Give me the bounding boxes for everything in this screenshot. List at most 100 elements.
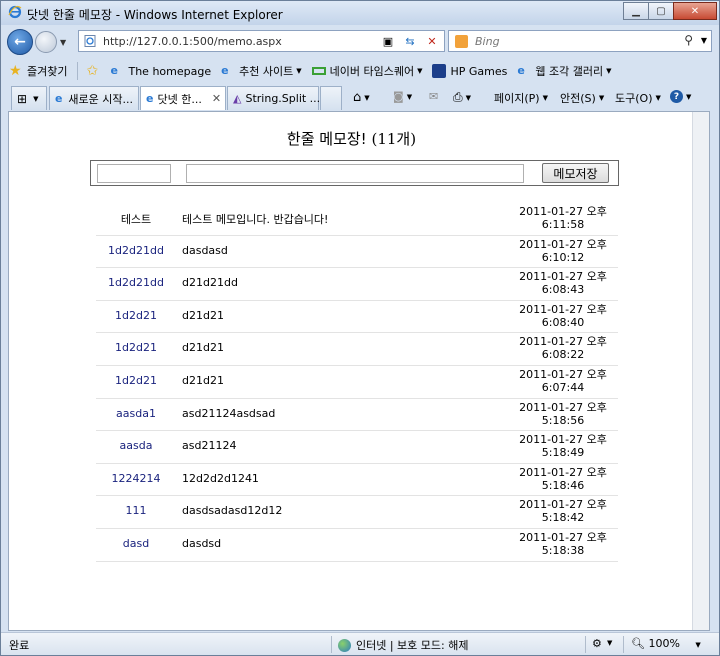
memo-message: 테스트 메모입니다. 반갑습니다! — [182, 213, 329, 226]
memo-time: 6:08:22 — [541, 348, 585, 362]
favorites-button[interactable]: ★ 즐겨찾기 — [9, 63, 67, 79]
favorite-link-hp-games[interactable]: HP Games — [432, 64, 507, 78]
memo-row: 111 dasdsadasd12d12 2011-01-27 오후 5:18:42 — [96, 496, 618, 529]
chevron-down-icon: ▼ — [686, 92, 692, 101]
search-input[interactable]: Bing — [475, 35, 500, 48]
address-row: ← ▼ http://127.0.0.1:500/memo.aspx ▣ ⇆ ✕… — [1, 26, 719, 58]
memo-date: 2011-01-27 오후 — [519, 270, 607, 284]
search-dropdown-icon[interactable]: ▼ — [701, 36, 707, 45]
divider — [585, 636, 586, 653]
chevron-down-icon: ▼ — [542, 94, 548, 102]
memo-message: d21d21dd — [182, 276, 238, 290]
read-mail-button[interactable]: ✉ — [429, 90, 438, 103]
history-dropdown-icon[interactable]: ▼ — [60, 38, 66, 47]
tab-new-start[interactable]: e 새로운 시작... — [49, 86, 139, 110]
refresh-icon[interactable]: ⇆ — [401, 33, 419, 50]
memo-author: 테스트 — [120, 213, 152, 226]
ie-page-icon: e — [517, 64, 525, 77]
memo-row: 1d2d21 d21d21 2011-01-27 오후 6:08:40 — [96, 301, 618, 334]
favorites-bar: ★ 즐겨찾기 ✩ e The homepage e 추천 사이트 ▼ 네이버 타… — [1, 59, 719, 83]
memo-row: dasd dasdsd 2011-01-27 오후 5:18:38 — [96, 529, 618, 562]
rss-feed-icon: ◙ — [393, 90, 404, 103]
memo-time: 6:07:44 — [541, 380, 585, 394]
title-bar: 닷넷 한줄 메모장 - Windows Internet Explorer ▁ … — [1, 1, 719, 25]
favorite-link-label: The homepage — [128, 64, 212, 78]
chevron-down-icon: ▼ — [406, 92, 413, 101]
memo-time: 5:18:38 — [541, 543, 585, 557]
safety-menu[interactable]: 안전(S) ▼ — [560, 90, 604, 106]
new-tab-button[interactable] — [320, 86, 342, 110]
maximize-icon: ▢ — [656, 5, 666, 17]
favorite-link-web-slice-gallery[interactable]: e 웹 조각 갤러리 ▼ — [517, 63, 611, 79]
search-box[interactable]: Bing ⚲ ▼ — [448, 30, 712, 52]
popup-blocker-icon[interactable]: ⚙ — [592, 637, 602, 650]
memo-row: 1d2d21 d21d21 2011-01-27 오후 6:08:22 — [96, 333, 618, 366]
memo-date: 2011-01-27 오후 — [519, 498, 607, 512]
memo-author: dasd — [122, 536, 150, 550]
save-memo-button[interactable]: 메모저장 — [542, 163, 609, 183]
memo-time: 5:18:56 — [541, 413, 585, 427]
page-menu[interactable]: 페이지(P) ▼ — [494, 90, 548, 106]
back-button[interactable]: ← — [7, 29, 33, 55]
memo-timestamp: 2011-01-27 오후 6:08:43 — [508, 270, 618, 296]
memo-input[interactable] — [186, 164, 524, 183]
memo-message: asd21124asdsad — [182, 406, 276, 420]
forward-button[interactable] — [35, 31, 57, 53]
compatibility-view-icon[interactable]: ▣ — [379, 33, 397, 50]
ie-logo-icon — [8, 5, 22, 19]
chevron-down-icon: ▼ — [33, 94, 39, 103]
memo-date: 2011-01-27 오후 — [519, 335, 607, 349]
address-bar[interactable]: http://127.0.0.1:500/memo.aspx ▣ ⇆ ✕ — [78, 30, 445, 52]
tab-string-split[interactable]: ◭ String.Split ... — [227, 86, 320, 110]
close-tab-icon[interactable]: ✕ — [212, 92, 221, 105]
print-button[interactable]: ⎙ ▼ — [453, 90, 471, 105]
close-button[interactable]: ✕ — [673, 2, 717, 20]
tab-memo[interactable]: e 닷넷 한... ✕ — [140, 86, 226, 110]
bing-icon — [455, 35, 468, 48]
stop-icon[interactable]: ✕ — [423, 33, 441, 50]
memo-row: 1d2d21dd dasdasd 2011-01-27 오후 6:10:12 — [96, 236, 618, 269]
memo-timestamp: 2011-01-27 오후 5:18:42 — [508, 498, 618, 524]
vertical-scrollbar[interactable] — [692, 112, 709, 630]
add-favorite-button[interactable]: ✩ — [86, 64, 104, 78]
security-zone[interactable]: 인터넷 | 보호 모드: 해제 — [338, 637, 468, 653]
home-button[interactable]: ⌂ ▼ — [353, 90, 370, 105]
home-icon: ⌂ — [353, 90, 362, 105]
star-icon: ★ — [9, 63, 22, 79]
favorite-link-suggested[interactable]: e 추천 사이트 ▼ — [221, 63, 302, 79]
memo-timestamp: 2011-01-27 오후 6:07:44 — [508, 368, 618, 394]
minimize-icon: ▁ — [632, 5, 640, 17]
memo-time: 5:18:42 — [541, 511, 585, 525]
back-arrow-icon: ← — [14, 34, 26, 50]
address-url[interactable]: http://127.0.0.1:500/memo.aspx — [103, 35, 282, 48]
quick-tabs-button[interactable]: ⊞ ▼ — [11, 86, 47, 110]
help-icon: ? — [670, 90, 683, 103]
window-controls: ▁ ▢ ✕ — [623, 2, 717, 20]
name-input[interactable] — [97, 164, 171, 183]
page-viewport: 한줄 메모장! (11개) 메모저장 테스트 테스트 메모입니다. 반갑습니다! 2… — [8, 111, 710, 631]
favorite-link-naver[interactable]: 네이버 타임스퀘어 ▼ — [311, 63, 422, 79]
maximize-button[interactable]: ▢ — [648, 2, 674, 20]
memo-date: 2011-01-27 오후 — [519, 400, 607, 414]
memo-time: 6:10:12 — [541, 250, 585, 264]
memo-message: d21d21 — [182, 341, 224, 355]
search-icon[interactable]: ⚲ — [684, 33, 693, 47]
favorite-link-homepage[interactable]: e The homepage — [110, 64, 211, 78]
memo-row: 테스트 테스트 메모입니다. 반갑습니다! 2011-01-27 오후 6:11:58 — [96, 203, 618, 236]
chevron-down-icon: ▼ — [655, 94, 661, 102]
chevron-down-icon: ▼ — [695, 641, 701, 649]
tools-menu[interactable]: 도구(O) ▼ — [615, 90, 661, 106]
safety-menu-label: 안전(S) — [560, 92, 596, 105]
help-button[interactable]: ? ▼ — [670, 90, 691, 103]
minimize-button[interactable]: ▁ — [623, 2, 649, 20]
memo-timestamp: 2011-01-27 오후 6:08:40 — [508, 303, 618, 329]
tab-label: 새로운 시작... — [68, 92, 133, 106]
divider — [623, 636, 624, 653]
feeds-button[interactable]: ◙ ▼ — [393, 90, 412, 103]
memo-count: (11개) — [371, 130, 417, 148]
memo-author: 1d2d21 — [115, 308, 157, 322]
chevron-down-icon[interactable]: ▼ — [607, 639, 612, 647]
zoom-control[interactable]: 🔍︎ 100% ▼ — [631, 637, 701, 650]
memo-author: 1d2d21dd — [108, 276, 164, 290]
memo-timestamp: 2011-01-27 오후 6:08:22 — [508, 335, 618, 361]
